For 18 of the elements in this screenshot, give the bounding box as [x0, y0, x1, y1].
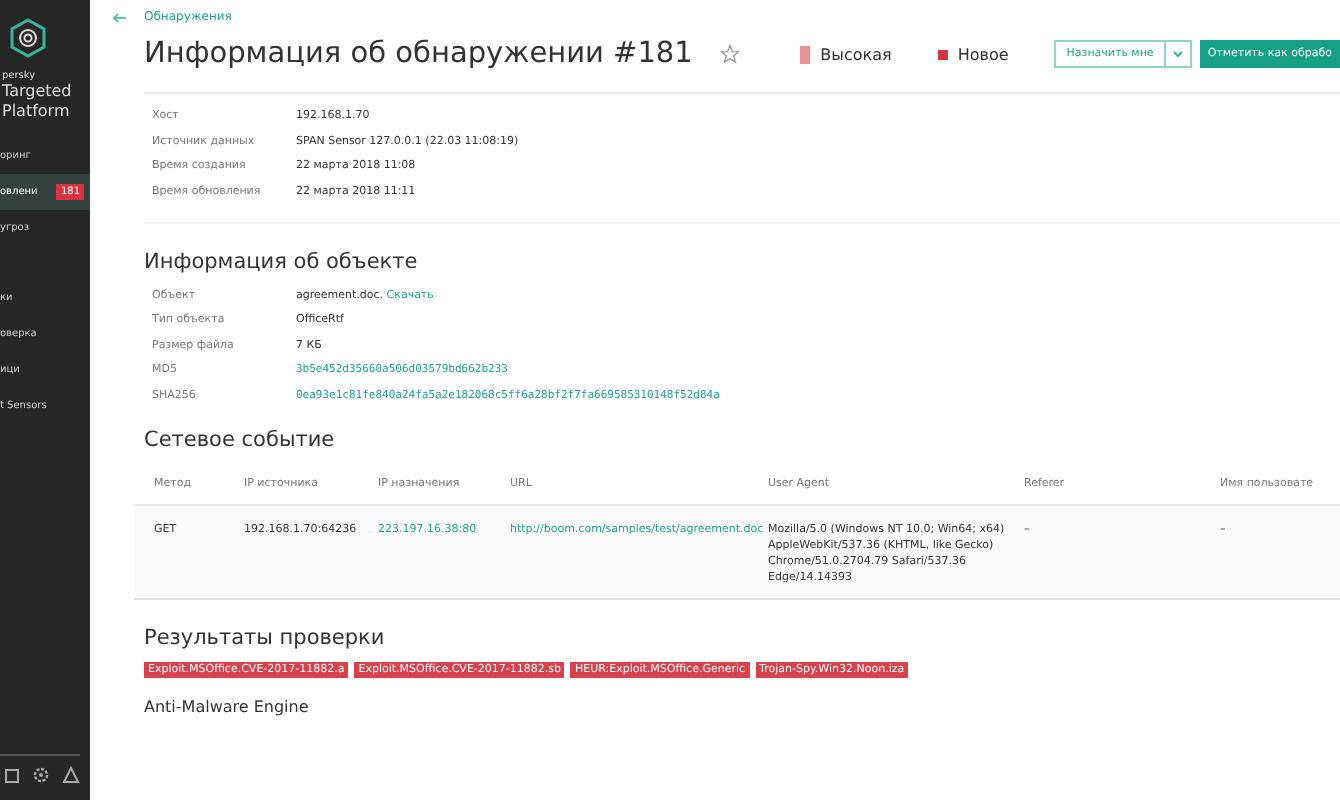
section-heading: Информация об объекте — [144, 249, 420, 273]
triangle-icon — [62, 766, 80, 784]
severity-label: Высокая — [820, 45, 892, 63]
status-label: Новое — [957, 45, 1009, 63]
section-heading: Сетевое событие — [144, 427, 337, 451]
brand-name: Targeted — [0, 82, 74, 102]
status-square-icon — [937, 49, 948, 59]
brand-name: Platform — [0, 102, 72, 122]
settings-icon — [32, 766, 50, 784]
hexagon-logo-icon — [10, 18, 46, 58]
caret-icon — [1171, 50, 1184, 58]
back-arrow-icon — [112, 11, 128, 23]
page-title: Информация об обнаружении #181 — [144, 38, 693, 70]
section-heading: Результаты проверки — [144, 625, 387, 649]
engine-heading: Anti-Malware Engine — [144, 697, 311, 715]
square-icon — [4, 767, 20, 783]
severity-bar-icon — [800, 45, 811, 63]
star-icon — [720, 44, 741, 64]
